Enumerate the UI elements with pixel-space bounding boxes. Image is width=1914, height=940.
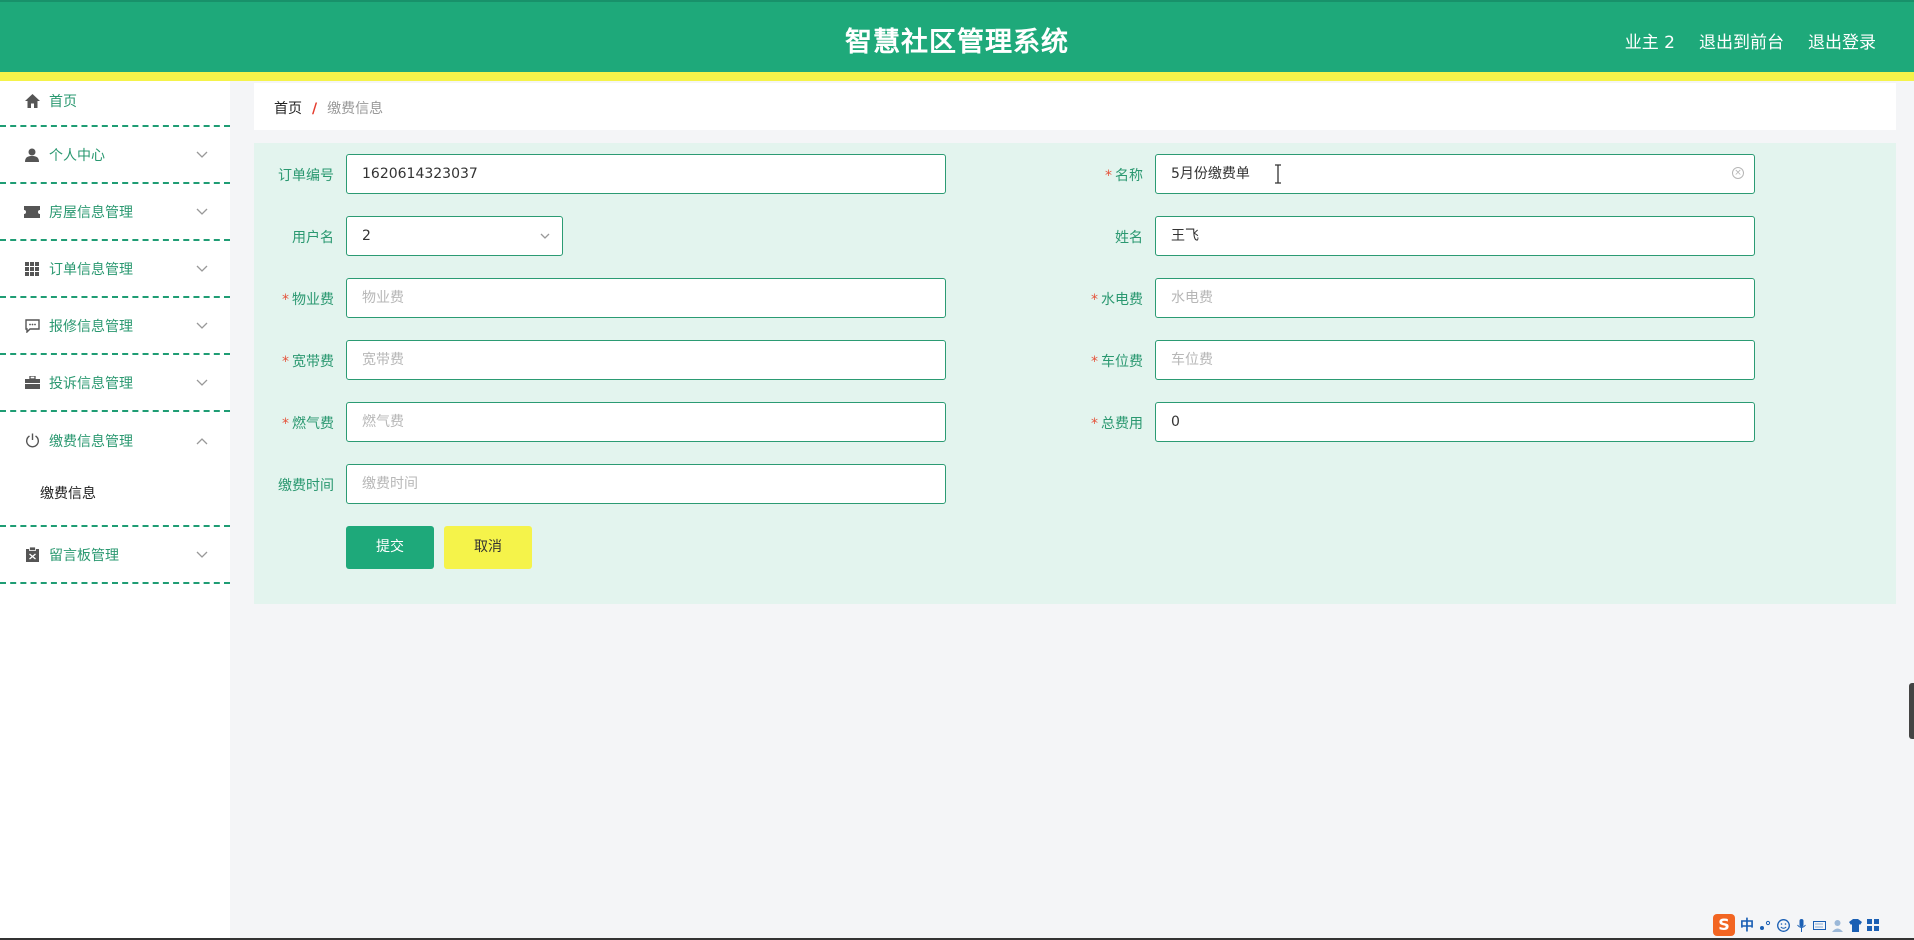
sidebar-item-personal-center[interactable]: 个人中心 (0, 127, 230, 184)
utility-fee-label: * 水电费 (1091, 292, 1143, 308)
chevron-up-icon (196, 437, 208, 444)
pay-time-label: 缴费时间 (278, 478, 334, 494)
microphone-icon[interactable] (1795, 918, 1808, 932)
sidebar-item-repair-info[interactable]: 报修信息管理 (0, 298, 230, 355)
sidebar-item-label: 留言板管理 (49, 547, 119, 564)
logout-link[interactable]: 退出登录 (1808, 28, 1876, 53)
pay-time-input[interactable]: 缴费时间 (346, 464, 946, 504)
ime-toolbar: S 中 (1713, 913, 1880, 937)
keyboard-icon[interactable] (1813, 919, 1826, 932)
sidebar-item-label: 订单信息管理 (49, 261, 133, 278)
toolbox-icon[interactable] (1867, 918, 1880, 932)
ime-logo-icon[interactable]: S (1713, 914, 1735, 936)
side-scroll-handle[interactable] (1909, 683, 1914, 739)
sidebar-item-message-board[interactable]: 留言板管理 (0, 527, 230, 584)
sidebar-item-label: 投诉信息管理 (49, 375, 133, 392)
sidebar-item-label: 首页 (49, 94, 77, 110)
chevron-down-icon (196, 379, 208, 386)
order-no-label: 订单编号 (278, 168, 334, 184)
parking-fee-label: * 车位费 (1091, 354, 1143, 370)
breadcrumb-current: 缴费信息 (327, 101, 384, 117)
breadcrumb: 首页 / 缴费信息 (274, 98, 383, 118)
real-name-label: 姓名 (1115, 230, 1143, 246)
payment-form: 订单编号 1620614323037 * 名称 5月份缴费单 × 用户名 2 姓名… (254, 143, 1896, 604)
current-user-link[interactable]: 业主 2 (1625, 28, 1675, 53)
clipboard-icon (24, 547, 40, 563)
chevron-down-icon (196, 265, 208, 272)
grid-icon (24, 261, 40, 277)
property-fee-label: * 物业费 (282, 292, 334, 308)
punctuation-icon[interactable] (1759, 919, 1772, 932)
broadband-fee-input[interactable]: 宽带费 (346, 340, 946, 380)
ime-language-toggle[interactable]: 中 (1740, 915, 1754, 935)
sidebar-group-payment: 缴费信息管理 缴费信息 (0, 412, 230, 527)
sidebar-item-order-info[interactable]: 订单信息管理 (0, 241, 230, 298)
gas-fee-input[interactable]: 燃气费 (346, 402, 946, 442)
utility-fee-input[interactable]: 水电费 (1155, 278, 1755, 318)
sidebar-item-home[interactable]: 首页 (0, 81, 230, 127)
breadcrumb-home[interactable]: 首页 (274, 101, 302, 117)
chevron-down-icon (196, 151, 208, 158)
user-icon (24, 147, 40, 163)
clear-icon[interactable]: × (1732, 167, 1744, 179)
property-fee-input[interactable]: 物业费 (346, 278, 946, 318)
broadband-fee-label: * 宽带费 (282, 354, 334, 370)
submit-button[interactable]: 提交 (346, 526, 434, 569)
real-name-input[interactable]: 王飞 (1155, 216, 1755, 256)
text-cursor-icon (1275, 164, 1281, 184)
sidebar-item-label: 缴费信息管理 (49, 433, 133, 450)
sidebar-item-complaint-info[interactable]: 投诉信息管理 (0, 355, 230, 412)
home-icon (24, 93, 40, 109)
chevron-down-icon (196, 322, 208, 329)
chat-icon (24, 318, 40, 334)
emoji-icon[interactable] (1777, 918, 1790, 932)
sidebar-item-payment-management[interactable]: 缴费信息管理 (0, 412, 230, 469)
breadcrumb-separator: / (312, 101, 318, 117)
chevron-down-icon (540, 233, 550, 239)
total-fee-label: * 总费用 (1091, 416, 1143, 432)
total-fee-input[interactable]: 0 (1155, 402, 1755, 442)
sidebar-subitem-payment-info[interactable]: 缴费信息 (0, 469, 230, 525)
sidebar-subitem-label: 缴费信息 (40, 486, 96, 502)
header-accent-stripe (0, 72, 1914, 81)
shirt-icon[interactable] (1849, 918, 1862, 932)
name-label: * 名称 (1105, 168, 1143, 184)
cancel-button[interactable]: 取消 (444, 526, 532, 569)
briefcase-icon (24, 375, 40, 391)
user-skin-icon[interactable] (1831, 919, 1844, 932)
top-header: 智慧社区管理系统 业主 2 退出到前台 退出登录 (0, 0, 1914, 72)
power-icon (24, 433, 40, 449)
sidebar-item-house-info[interactable]: 房屋信息管理 (0, 184, 230, 241)
breadcrumb-bar: 首页 / 缴费信息 (254, 83, 1896, 130)
username-select[interactable]: 2 (346, 216, 563, 256)
name-input[interactable]: 5月份缴费单 × (1155, 154, 1755, 194)
header-user-menu: 业主 2 退出到前台 退出登录 (1625, 28, 1876, 53)
sidebar-item-label: 房屋信息管理 (49, 204, 133, 221)
username-label: 用户名 (292, 230, 334, 246)
parking-fee-input[interactable]: 车位费 (1155, 340, 1755, 380)
chevron-down-icon (196, 208, 208, 215)
sidebar-item-label: 个人中心 (49, 147, 105, 164)
sidebar-item-label: 报修信息管理 (49, 318, 133, 335)
order-no-input[interactable]: 1620614323037 (346, 154, 946, 194)
ticket-icon (24, 204, 40, 220)
exit-to-front-link[interactable]: 退出到前台 (1699, 28, 1784, 53)
sidebar: 首页 个人中心 房屋信息管理 订单信息管理 报修信息管理 投诉信息管理 缴费信息… (0, 81, 230, 940)
gas-fee-label: * 燃气费 (282, 416, 334, 432)
chevron-down-icon (196, 551, 208, 558)
